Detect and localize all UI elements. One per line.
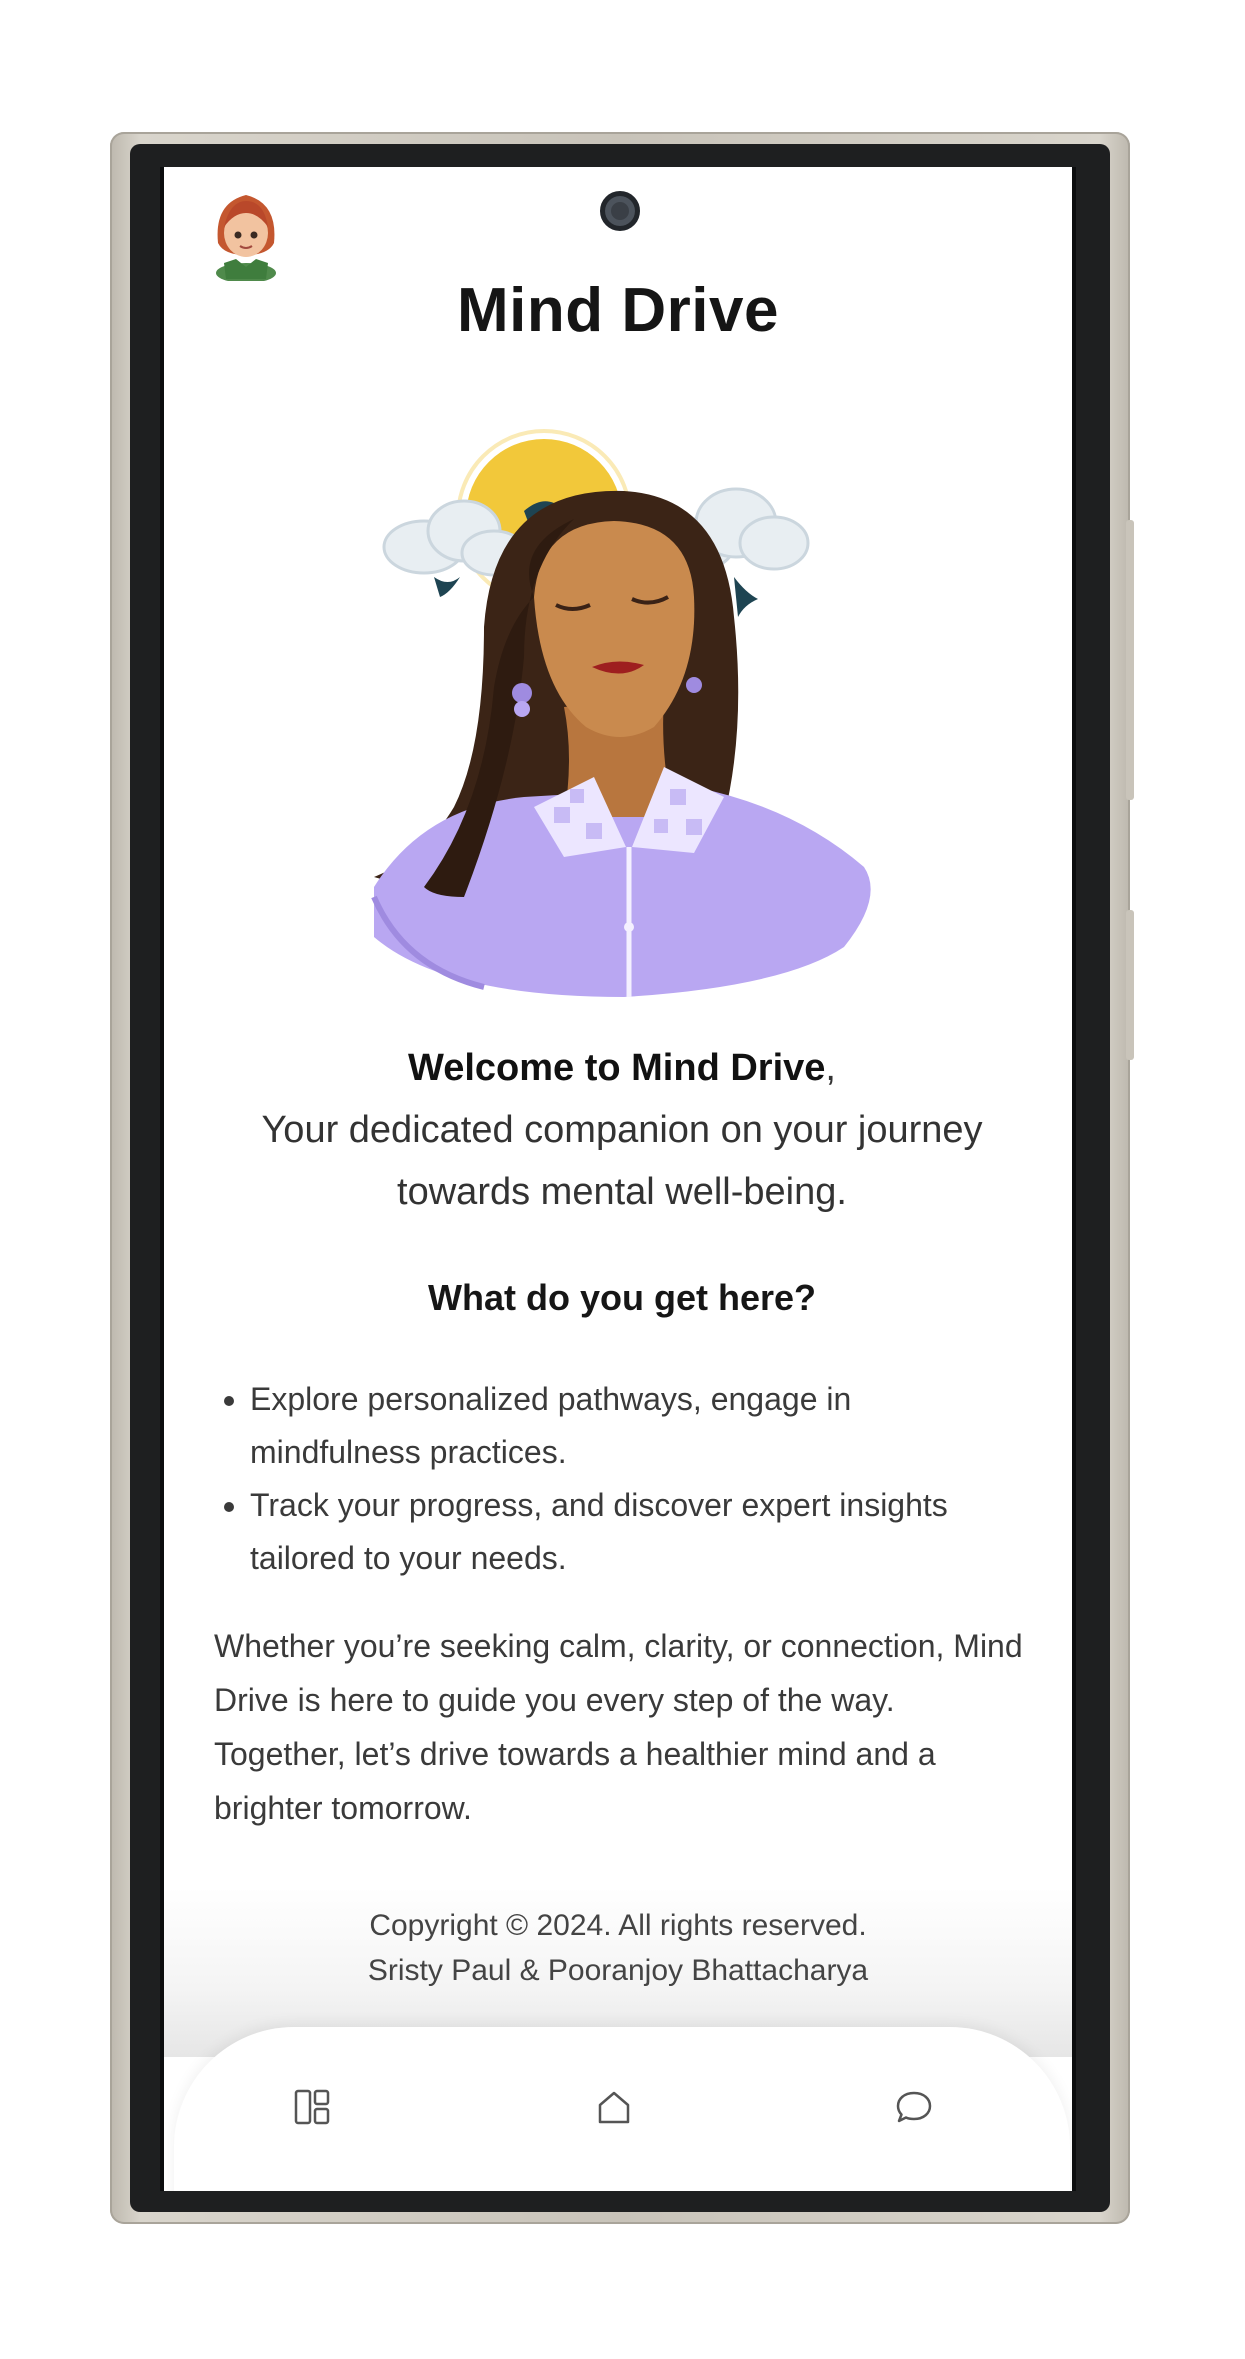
features-heading: What do you get here? (427, 1277, 816, 1318)
user-avatar[interactable] (208, 183, 284, 283)
dashboard-icon (294, 2089, 330, 2125)
bottom-navigation (174, 2027, 1070, 2191)
footer: Copyright © 2024. All rights reserved. S… (164, 1903, 1072, 1993)
closing-paragraph: Whether you’re seeking calm, clarity, or… (214, 1628, 1023, 1826)
front-camera (600, 191, 640, 231)
list-item: Track your progress, and discover expert… (250, 1479, 1030, 1585)
authors-text: Sristy Paul & Pooranjoy Bhattacharya (367, 1954, 869, 1987)
copyright-text: Copyright © 2024. All rights reserved. (369, 1909, 867, 1942)
nav-home-button[interactable] (574, 2067, 654, 2147)
list-item: Explore personalized pathways, engage in… (250, 1373, 1030, 1479)
chat-bubble-icon (896, 2091, 932, 2123)
phone-side-button-bottom (1126, 910, 1134, 1060)
phone-side-button-top (1126, 520, 1134, 800)
tagline: Your dedicated companion on your journey… (261, 1109, 983, 1213)
app-title: Mind Drive (457, 276, 779, 345)
hero-illustration (364, 427, 884, 1017)
home-icon (598, 2091, 630, 2124)
app-screen: Mind Drive Welcome to Mind Drive, Your d… (160, 167, 1076, 2191)
welcome-heading: Welcome to Mind Drive (408, 1047, 826, 1089)
nav-dashboard-button[interactable] (272, 2067, 352, 2147)
welcome-text: Welcome to Mind Drive, Your dedicated co… (214, 1037, 1030, 1223)
intro-content: Welcome to Mind Drive, Your dedicated co… (214, 1037, 1030, 1835)
welcome-comma: , (825, 1047, 836, 1089)
features-list: Explore personalized pathways, engage in… (214, 1373, 1030, 1585)
nav-chat-button[interactable] (874, 2067, 954, 2147)
